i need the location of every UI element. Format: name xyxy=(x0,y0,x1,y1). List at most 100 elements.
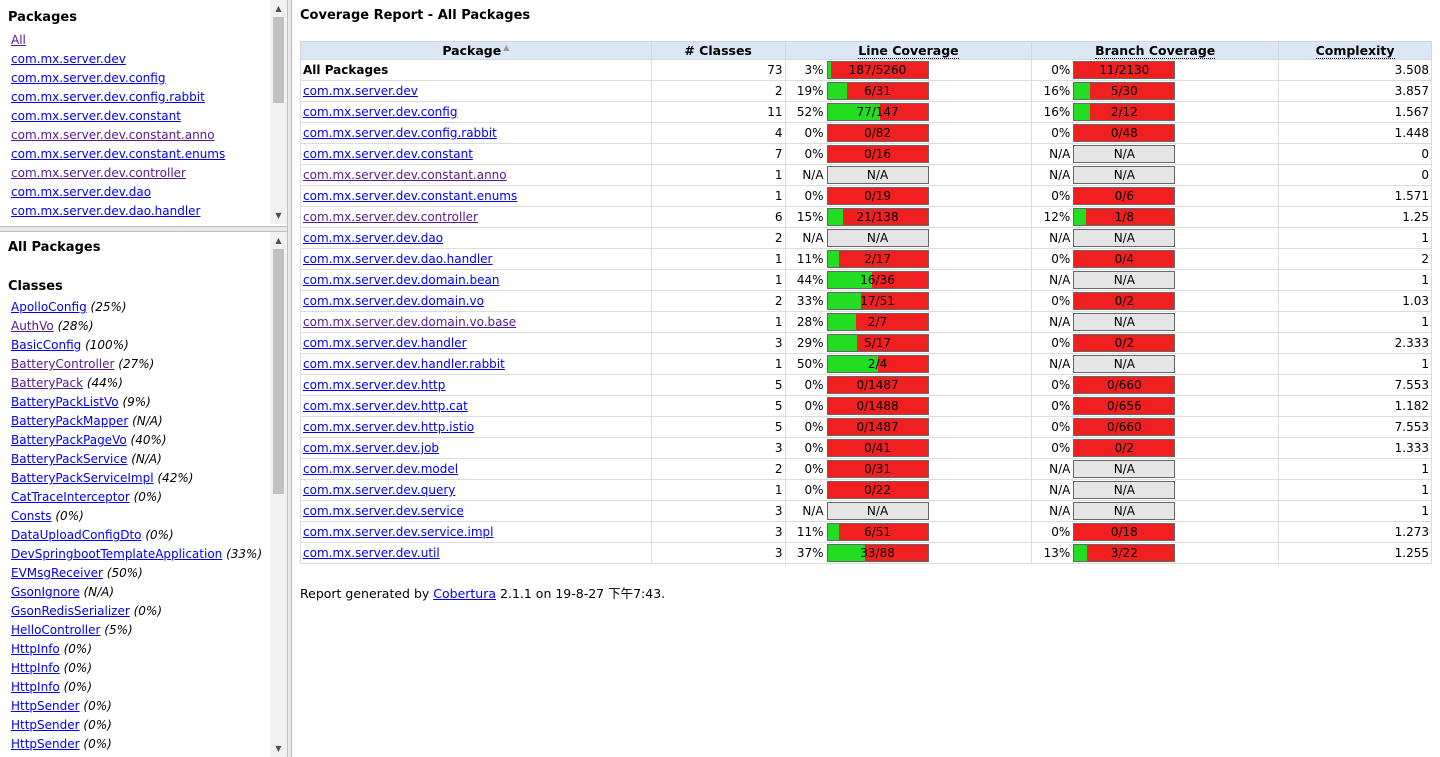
class-link[interactable]: BasicConfig xyxy=(11,338,81,352)
class-link[interactable]: HttpInfo xyxy=(11,680,60,694)
branch-coverage-cell: N/A N/A xyxy=(1031,269,1280,291)
class-link[interactable]: BatteryPackServiceImpl xyxy=(11,471,154,485)
package-row-link[interactable]: com.mx.server.dev.constant.anno xyxy=(303,168,507,182)
package-link[interactable]: com.mx.server.dev.dao xyxy=(11,185,151,199)
package-row-link[interactable]: com.mx.server.dev.http xyxy=(303,378,445,392)
class-link[interactable]: BatteryPackPageVo xyxy=(11,433,127,447)
complexity-cell: 1.255 xyxy=(1278,542,1432,564)
branch-coverage-count: N/A xyxy=(1113,231,1135,245)
class-coverage-percent: (0%) xyxy=(145,528,174,542)
package-row-link[interactable]: com.mx.server.dev.http.istio xyxy=(303,420,474,434)
line-coverage: 0% 0/16 xyxy=(788,145,1030,163)
package-link[interactable]: com.mx.server.dev.constant.enums xyxy=(11,147,225,161)
package-row-link[interactable]: com.mx.server.dev.service xyxy=(303,504,464,518)
scrollbar-thumb[interactable] xyxy=(273,249,284,494)
line-coverage-percent: N/A xyxy=(802,231,824,245)
class-link[interactable]: BatteryPackService xyxy=(11,452,127,466)
class-link[interactable]: BatteryPackMapper xyxy=(11,414,128,428)
branch-coverage-percent: 0% xyxy=(1051,441,1071,455)
complexity-cell: 1.571 xyxy=(1278,185,1432,207)
line-coverage: 0% 0/31 xyxy=(788,460,1030,478)
header-classes[interactable]: # Classes xyxy=(650,41,786,60)
package-row-link[interactable]: com.mx.server.dev.util xyxy=(303,546,440,560)
packages-scrollbar[interactable]: ▲ ▼ xyxy=(270,0,287,224)
class-link[interactable]: HttpSender xyxy=(11,737,80,751)
package-row-link[interactable]: com.mx.server.dev.job xyxy=(303,441,439,455)
package-row-link[interactable]: com.mx.server.dev.http.cat xyxy=(303,399,468,413)
package-row-link[interactable]: com.mx.server.dev.model xyxy=(303,462,458,476)
scroll-up-arrow-icon[interactable]: ▲ xyxy=(270,0,287,17)
scroll-down-arrow-icon[interactable]: ▼ xyxy=(270,740,287,757)
class-link[interactable]: ApolloConfig xyxy=(11,300,87,314)
header-package[interactable]: Package ▲ xyxy=(300,41,652,60)
branch-coverage: 0% 11/2130 xyxy=(1034,61,1276,79)
class-link[interactable]: HttpInfo xyxy=(11,661,60,675)
class-link[interactable]: EVMsgReceiver xyxy=(11,566,103,580)
header-line-coverage-label: Line Coverage xyxy=(858,43,959,59)
package-cell: com.mx.server.dev.domain.vo.base xyxy=(300,311,652,333)
package-row-link[interactable]: com.mx.server.dev.service.impl xyxy=(303,525,494,539)
package-link[interactable]: com.mx.server.dev.dao.handler xyxy=(11,204,200,218)
class-link[interactable]: HttpSender xyxy=(11,699,80,713)
complexity-cell: 2.333 xyxy=(1278,332,1432,354)
scroll-up-arrow-icon[interactable]: ▲ xyxy=(270,232,287,249)
class-coverage-percent: (100%) xyxy=(85,338,129,352)
class-link[interactable]: BatteryPack xyxy=(11,376,83,390)
package-link[interactable]: com.mx.server.dev xyxy=(11,52,126,66)
class-link[interactable]: GsonRedisSerializer xyxy=(11,604,130,618)
package-link[interactable]: All xyxy=(11,33,26,47)
class-link[interactable]: AuthVo xyxy=(11,319,54,333)
header-line-coverage[interactable]: Line Coverage xyxy=(784,41,1033,60)
class-link[interactable]: HttpSender xyxy=(11,718,80,732)
class-link[interactable]: BatteryController xyxy=(11,357,114,371)
package-row-link[interactable]: com.mx.server.dev.dao xyxy=(303,231,443,245)
package-row-link[interactable]: com.mx.server.dev.domain.vo.base xyxy=(303,315,516,329)
package-row-link[interactable]: com.mx.server.dev.domain.vo xyxy=(303,294,484,308)
classes-scrollbar[interactable]: ▲ ▼ xyxy=(270,232,287,757)
branch-coverage-percent: N/A xyxy=(1049,231,1071,245)
class-link[interactable]: GsonIgnore xyxy=(11,585,80,599)
class-list-item: HttpSender (0%) xyxy=(11,716,270,735)
line-coverage-bar: 0/1487 xyxy=(826,418,929,436)
class-coverage-percent: (0%) xyxy=(133,604,163,618)
package-link[interactable]: com.mx.server.dev.config xyxy=(11,71,165,85)
package-row-link[interactable]: com.mx.server.dev.handler xyxy=(303,336,467,350)
package-row-link[interactable]: com.mx.server.dev.constant xyxy=(303,147,473,161)
class-link[interactable]: Consts xyxy=(11,509,52,523)
package-row-link[interactable]: com.mx.server.dev.domain.bean xyxy=(303,273,499,287)
package-row-link[interactable]: com.mx.server.dev.dao.handler xyxy=(303,252,492,266)
branch-coverage: N/A N/A xyxy=(1034,481,1276,499)
complexity-cell: 1.333 xyxy=(1278,437,1432,459)
branch-coverage-cell: 0% 11/2130 xyxy=(1031,59,1280,81)
header-branch-coverage[interactable]: Branch Coverage xyxy=(1031,41,1280,60)
class-link[interactable]: DevSpringbootTemplateApplication xyxy=(11,547,222,561)
package-row-link[interactable]: com.mx.server.dev.config.rabbit xyxy=(303,126,497,140)
package-link[interactable]: com.mx.server.dev.controller xyxy=(11,166,186,180)
branch-coverage-cell: N/A N/A xyxy=(1031,353,1280,375)
package-cell: com.mx.server.dev.controller xyxy=(300,206,652,228)
class-link[interactable]: BatteryPackListVo xyxy=(11,395,119,409)
package-link[interactable]: com.mx.server.dev.constant xyxy=(11,109,181,123)
line-coverage-bar: 2/7 xyxy=(826,313,929,331)
package-row-link[interactable]: com.mx.server.dev.config xyxy=(303,105,457,119)
class-link[interactable]: DataUploadConfigDto xyxy=(11,528,142,542)
class-list-item: HelloController (5%) xyxy=(11,621,270,640)
cobertura-link[interactable]: Cobertura xyxy=(433,586,496,601)
header-complexity[interactable]: Complexity xyxy=(1278,41,1432,60)
class-link[interactable]: CatTraceInterceptor xyxy=(11,490,130,504)
package-cell: com.mx.server.dev.service xyxy=(300,500,652,522)
scrollbar-thumb[interactable] xyxy=(273,17,284,103)
package-row-link[interactable]: com.mx.server.dev.handler.rabbit xyxy=(303,357,505,371)
scroll-down-arrow-icon[interactable]: ▼ xyxy=(270,207,287,224)
package-link[interactable]: com.mx.server.dev.constant.anno xyxy=(11,128,215,142)
package-row-link[interactable]: com.mx.server.dev.constant.enums xyxy=(303,189,517,203)
line-coverage: 33% 17/51 xyxy=(788,292,1030,310)
class-link[interactable]: HttpInfo xyxy=(11,642,60,656)
package-row-link[interactable]: com.mx.server.dev.controller xyxy=(303,210,478,224)
line-coverage-count: N/A xyxy=(866,504,889,518)
complexity-cell: 3.857 xyxy=(1278,80,1432,102)
package-row-link[interactable]: com.mx.server.dev.query xyxy=(303,483,455,497)
package-link[interactable]: com.mx.server.dev.config.rabbit xyxy=(11,90,205,104)
package-row-link[interactable]: com.mx.server.dev xyxy=(303,84,418,98)
class-link[interactable]: HelloController xyxy=(11,623,100,637)
